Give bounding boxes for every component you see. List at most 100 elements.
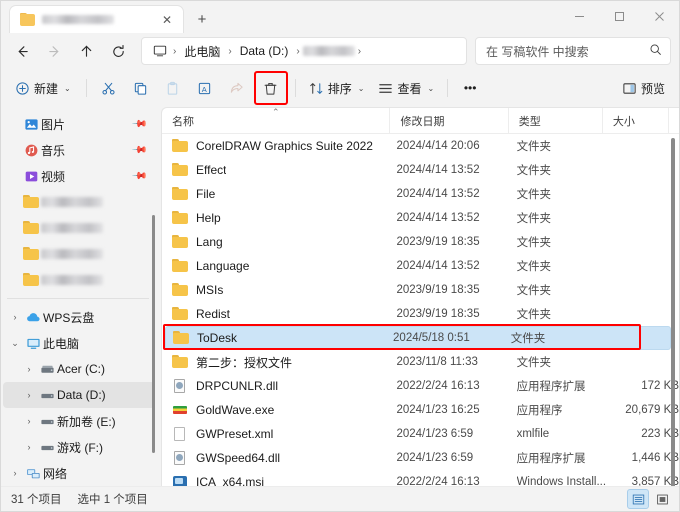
forward-button[interactable] bbox=[39, 37, 69, 65]
sidebar-item-music[interactable]: 音乐 📌 bbox=[3, 137, 155, 163]
preview-button[interactable]: 预览 bbox=[616, 73, 671, 103]
breadcrumb[interactable]: › 此电脑 › Data (D:) › › bbox=[141, 37, 467, 65]
monitor-icon[interactable] bbox=[150, 44, 170, 58]
file-size: 20,679 KB bbox=[625, 404, 679, 416]
pin-icon[interactable]: 📌 bbox=[130, 142, 147, 159]
sidebar-item-wps-cloud[interactable]: › WPS云盘 bbox=[3, 304, 155, 330]
sort-button[interactable]: 排序 ⌄ bbox=[303, 73, 371, 103]
file-type: 文件夹 bbox=[516, 285, 552, 297]
maximize-button[interactable] bbox=[599, 1, 639, 32]
sidebar-scrollbar[interactable] bbox=[152, 215, 155, 453]
folder-icon bbox=[21, 272, 41, 288]
sidebar-item-redacted-3[interactable] bbox=[3, 241, 155, 267]
table-row[interactable]: Redist 2023/9/19 18:35 文件夹 bbox=[165, 302, 679, 326]
sidebar-item-pictures[interactable]: 图片 📌 bbox=[3, 111, 155, 137]
new-button[interactable]: 新建 ⌄ bbox=[9, 73, 79, 103]
rename-button[interactable]: A bbox=[190, 73, 220, 103]
chevron-down-icon[interactable]: ⌄ bbox=[7, 338, 23, 349]
column-header-extra[interactable] bbox=[668, 108, 679, 134]
delete-button[interactable] bbox=[253, 71, 288, 105]
column-header-type[interactable]: 类型 bbox=[507, 108, 602, 134]
navigation-pane[interactable]: 图片 📌 音乐 📌 视频 📌 › WPS云盘 ⌄ 此电脑 › Acer (C:)… bbox=[1, 107, 159, 486]
breadcrumb-item-this-pc[interactable]: 此电脑 bbox=[179, 42, 225, 61]
pictures-icon bbox=[21, 117, 41, 132]
minimize-button[interactable] bbox=[559, 1, 599, 32]
chevron-right-icon[interactable]: › bbox=[21, 390, 37, 400]
explorer-tab[interactable]: ✕ bbox=[9, 5, 184, 33]
table-row[interactable]: GWSpeed64.dll 2024/1/23 6:59 应用程序扩展 1,44… bbox=[165, 446, 679, 470]
new-tab-button[interactable]: + bbox=[188, 6, 216, 32]
sidebar-item-redacted-4[interactable] bbox=[3, 267, 155, 293]
table-row[interactable]: Help 2024/4/14 13:52 文件夹 bbox=[165, 206, 679, 230]
sidebar-item-network[interactable]: › 网络 bbox=[3, 460, 155, 486]
table-row[interactable]: File 2024/4/14 13:52 文件夹 bbox=[165, 182, 679, 206]
view-button[interactable]: 查看 ⌄ bbox=[372, 73, 440, 103]
up-button[interactable] bbox=[71, 37, 101, 65]
file-name-cell: Lang bbox=[165, 234, 396, 250]
column-header-name[interactable]: ⌃ 名称 bbox=[162, 108, 389, 134]
table-row[interactable]: Effect 2024/4/14 13:52 文件夹 bbox=[165, 158, 679, 182]
file-name: GoldWave.exe bbox=[196, 403, 275, 417]
pc-icon bbox=[23, 336, 43, 351]
sidebar-item-this-pc[interactable]: ⌄ 此电脑 bbox=[3, 330, 155, 356]
column-header-date-modified[interactable]: 修改日期 bbox=[389, 108, 507, 134]
chevron-right-icon[interactable]: › bbox=[7, 312, 23, 322]
breadcrumb-separator: › bbox=[173, 45, 177, 57]
table-row[interactable]: ICA_x64.msi 2022/2/24 16:13 Windows Inst… bbox=[165, 470, 679, 486]
chevron-right-icon[interactable]: › bbox=[7, 468, 23, 478]
file-date: 2024/1/23 16:25 bbox=[396, 404, 480, 416]
table-row[interactable]: GWPreset.xml 2024/1/23 6:59 xmlfile 223 … bbox=[165, 422, 679, 446]
refresh-button[interactable] bbox=[103, 37, 133, 65]
sidebar-item-acer-c[interactable]: › Acer (C:) bbox=[3, 356, 155, 382]
table-row-selected[interactable]: ToDesk 2024/5/18 0:51 文件夹 bbox=[163, 324, 671, 350]
drive-icon bbox=[37, 388, 57, 403]
file-list-scrollbar[interactable] bbox=[671, 138, 675, 486]
file-name-cell: GWPreset.xml bbox=[165, 426, 396, 442]
folder-icon bbox=[21, 194, 41, 210]
view-toggle-group bbox=[627, 489, 673, 509]
sidebar-item-videos[interactable]: 视频 📌 bbox=[3, 163, 155, 189]
sidebar-item-data-d[interactable]: › Data (D:) bbox=[3, 382, 155, 408]
table-row[interactable]: CorelDRAW Graphics Suite 2022 2024/4/14 … bbox=[165, 134, 679, 158]
sidebar-item-label: 音乐 bbox=[41, 143, 66, 158]
more-options-button[interactable]: ••• bbox=[455, 73, 485, 103]
table-row[interactable]: Lang 2023/9/19 18:35 文件夹 bbox=[165, 230, 679, 254]
sidebar-item-redacted-1[interactable] bbox=[3, 189, 155, 215]
table-row[interactable]: DRPCUNLR.dll 2022/2/24 16:13 应用程序扩展 172 … bbox=[165, 374, 679, 398]
table-row[interactable]: GoldWave.exe 2024/1/23 16:25 应用程序 20,679… bbox=[165, 398, 679, 422]
paste-button[interactable] bbox=[158, 73, 188, 103]
file-name-cell: Help bbox=[165, 210, 396, 226]
sidebar-item-new-volume-e[interactable]: › 新加卷 (E:) bbox=[3, 408, 155, 434]
chevron-right-icon[interactable]: › bbox=[21, 416, 37, 426]
chevron-right-icon[interactable]: › bbox=[21, 442, 37, 452]
file-size: 3,857 KB bbox=[631, 476, 679, 486]
search-icon[interactable] bbox=[649, 43, 662, 59]
breadcrumb-item-redacted[interactable] bbox=[302, 46, 355, 56]
sidebar-divider bbox=[7, 298, 149, 299]
sidebar-item-redacted-2[interactable] bbox=[3, 215, 155, 241]
folder-icon bbox=[20, 13, 35, 26]
table-row[interactable]: 第二步：授权文件 2023/11/8 11:33 文件夹 bbox=[165, 350, 679, 374]
table-row[interactable]: Language 2024/4/14 13:52 文件夹 bbox=[165, 254, 679, 278]
chevron-down-icon: ⌄ bbox=[357, 83, 365, 93]
breadcrumb-item-data-d[interactable]: Data (D:) bbox=[235, 43, 294, 59]
sidebar-item-games-f[interactable]: › 游戏 (F:) bbox=[3, 434, 155, 460]
preview-button-label: 预览 bbox=[640, 81, 665, 96]
cloud-icon bbox=[23, 310, 43, 325]
share-button[interactable] bbox=[222, 73, 252, 103]
details-view-button[interactable] bbox=[627, 489, 649, 509]
large-icons-view-button[interactable] bbox=[651, 489, 673, 509]
pin-icon[interactable]: 📌 bbox=[130, 116, 147, 133]
column-header-size[interactable]: 大小 bbox=[601, 108, 668, 134]
sidebar-item-label: 此电脑 bbox=[43, 336, 80, 351]
close-button[interactable] bbox=[639, 1, 679, 32]
chevron-right-icon[interactable]: › bbox=[21, 364, 37, 374]
cut-button[interactable] bbox=[94, 73, 124, 103]
back-button[interactable] bbox=[7, 37, 37, 65]
sidebar-item-label-redacted bbox=[41, 197, 103, 207]
pin-icon[interactable]: 📌 bbox=[130, 168, 147, 185]
close-tab-icon[interactable]: ✕ bbox=[157, 10, 177, 30]
copy-button[interactable] bbox=[126, 73, 156, 103]
search-input[interactable]: 在 写稿软件 中搜索 bbox=[475, 37, 671, 65]
table-row[interactable]: MSIs 2023/9/19 18:35 文件夹 bbox=[165, 278, 679, 302]
